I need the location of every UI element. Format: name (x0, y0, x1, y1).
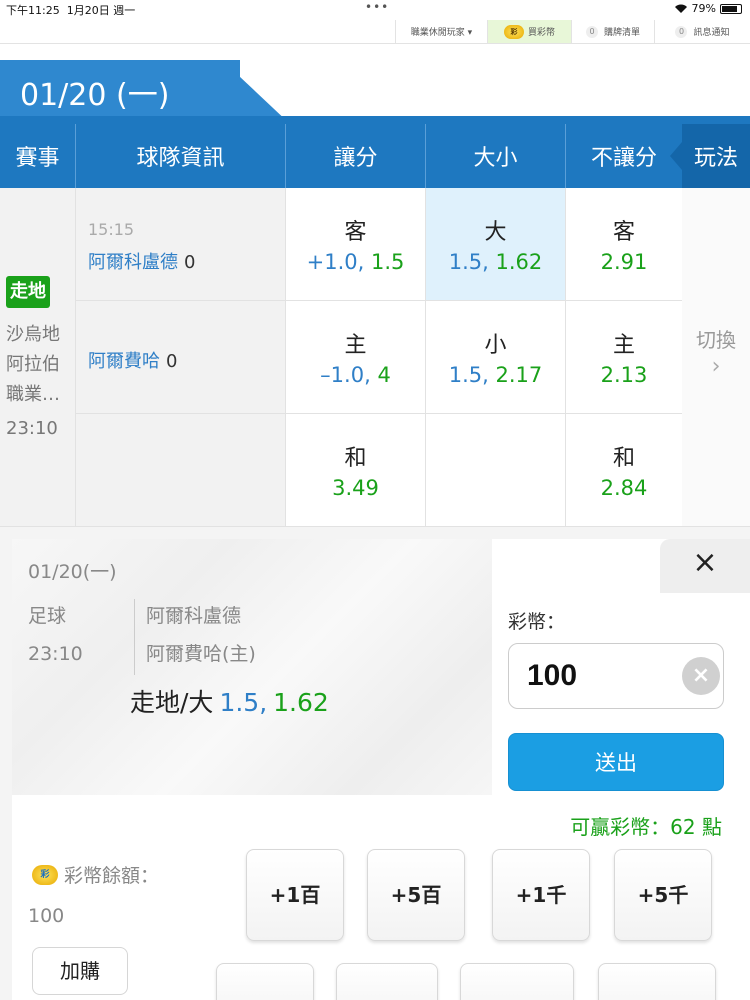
buy-coins-button[interactable]: 彩 買彩幣 (487, 20, 571, 43)
messages-button[interactable]: 0 訊息通知 (654, 20, 750, 43)
potential-win: 可贏彩幣：62 點 (570, 815, 722, 839)
header-team: 球隊資訊 (76, 124, 286, 188)
odds-handicap-draw[interactable]: 和 3.49 (286, 414, 426, 527)
ticket-time: 23:10 (28, 643, 83, 665)
battery-icon (720, 3, 742, 14)
multitask-dots-icon[interactable]: ••• (365, 0, 389, 14)
event-cell: 走地 沙烏地阿拉伯職業… 23:10 (0, 188, 76, 527)
ticket-pick: 走地/大 1.5, 1.62 (130, 688, 329, 717)
ticket-divider (134, 599, 135, 675)
league-name: 沙烏地阿拉伯職業… (6, 324, 60, 405)
buy-more-button[interactable]: 加購 (32, 947, 128, 995)
odds-handicap-away[interactable]: 客 +1.0, 1.5 (286, 188, 426, 301)
close-slip-button[interactable]: × (660, 539, 750, 593)
submit-bet-button[interactable]: 送出 (508, 733, 724, 791)
odds-table-header: 賽事 球隊資訊 讓分 大小 不讓分 玩法 (0, 124, 750, 188)
live-badge: 走地 (6, 276, 50, 308)
status-bar: 下午11:25 1月20日 週一 ••• 79% (0, 0, 750, 18)
chevron-right-icon: › (711, 354, 721, 379)
chip-plus-500[interactable]: +5百 (367, 849, 465, 941)
header-play-type[interactable]: 玩法 (682, 124, 750, 188)
ticket-date: 01/20(一) (28, 561, 117, 583)
odds-moneyline-away[interactable]: 客 2.91 (566, 188, 683, 301)
ticket-sport: 足球 (28, 605, 67, 627)
team-name-away: 阿爾科盧德 0 (88, 252, 196, 273)
chip-plus-5000[interactable]: +5千 (614, 849, 712, 941)
ticket-team-home: 阿爾費哈(主) (146, 643, 256, 665)
header-over-under: 大小 (426, 124, 566, 188)
team-name-home: 阿爾費哈 0 (88, 351, 178, 372)
header-event: 賽事 (0, 124, 76, 188)
team-row-away: 15:15 阿爾科盧德 0 (76, 188, 286, 301)
wifi-icon (674, 4, 687, 13)
coin-icon: 彩 (503, 24, 524, 39)
switch-play-button[interactable]: 切換 › (682, 188, 750, 527)
cart-count-badge: 0 (585, 25, 598, 38)
odds-empty (426, 414, 566, 527)
team-score: 0 (184, 252, 196, 273)
chip-row2-4[interactable] (598, 963, 716, 1000)
play-arrow-icon (670, 142, 682, 170)
odds-handicap-home[interactable]: 主 –1.0, 4 (286, 301, 426, 414)
chip-row2-3[interactable] (460, 963, 574, 1000)
message-count-badge: 0 (675, 25, 688, 38)
player-type-dropdown[interactable]: 職業休閒玩家 ▾ (395, 20, 487, 43)
status-time: 下午11:25 1月20日 週一 (6, 4, 136, 17)
clear-amount-icon[interactable]: × (682, 657, 720, 695)
date-tab-label[interactable]: 01/20 (一) (20, 70, 169, 114)
team-row-draw (76, 414, 286, 527)
chip-plus-1000[interactable]: +1千 (492, 849, 590, 941)
header-moneyline: 不讓分 (590, 146, 657, 171)
chip-row2-1[interactable] (216, 963, 314, 1000)
event-time: 23:10 (6, 418, 58, 439)
status-right: 79% (674, 2, 742, 15)
odds-table-body: 走地 沙烏地阿拉伯職業… 23:10 15:15 阿爾科盧德 0 阿爾費哈 0 客 … (0, 188, 750, 527)
team-row-home: 阿爾費哈 0 (76, 301, 286, 414)
battery-percent: 79% (691, 2, 716, 15)
chip-plus-100[interactable]: +1百 (246, 849, 344, 941)
odds-moneyline-home[interactable]: 主 2.13 (566, 301, 683, 414)
close-icon: × (692, 545, 718, 580)
bet-ticket: 01/20(一) 足球 23:10 阿爾科盧德 阿爾費哈(主) 走地/大 1.5,… (12, 539, 492, 795)
kickoff-time: 15:15 (88, 220, 135, 239)
cart-button[interactable]: 0 購牌清單 (571, 20, 654, 43)
odds-over[interactable]: 大 1.5, 1.62 (426, 188, 566, 301)
amount-label: 彩幣： (508, 611, 566, 633)
top-nav: 職業休閒玩家 ▾ 彩 買彩幣 0 購牌清單 0 訊息通知 (0, 20, 750, 44)
balance-label-row: 彩 彩幣餘額： (32, 861, 159, 888)
coin-icon: 彩 (32, 864, 58, 885)
header-handicap: 讓分 (286, 124, 426, 188)
odds-under[interactable]: 小 1.5, 2.17 (426, 301, 566, 414)
odds-moneyline-draw[interactable]: 和 2.84 (566, 414, 683, 527)
ticket-team-away: 阿爾科盧德 (146, 605, 242, 627)
team-score: 0 (166, 351, 178, 372)
balance-value: 100 (28, 905, 65, 927)
chip-row2-2[interactable] (336, 963, 438, 1000)
date-bar: 01/20 (一) (0, 58, 750, 124)
bet-slip-panel: 01/20(一) 足球 23:10 阿爾科盧德 阿爾費哈(主) 走地/大 1.5,… (0, 527, 750, 1000)
